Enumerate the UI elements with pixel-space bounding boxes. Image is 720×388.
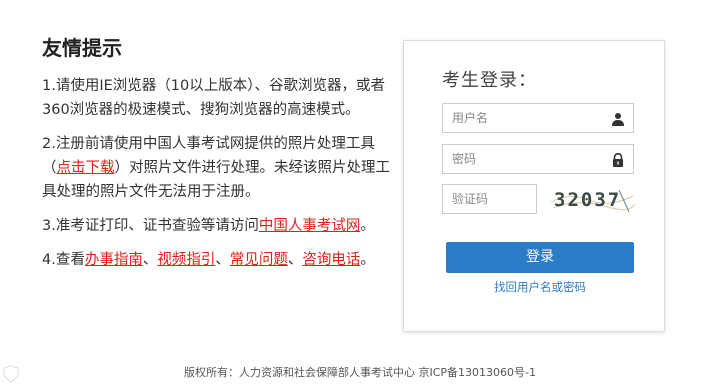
notice-item-guides: 4.查看办事指南、视频指引、常见问题、咨询电话。: [42, 248, 392, 272]
lock-icon: [611, 152, 625, 167]
password-input[interactable]: [443, 145, 602, 173]
username-field: [442, 103, 634, 133]
notice-item-guides-suffix: 。: [360, 252, 375, 268]
notice-item-admission: 3.准考证打印、证书查验等请访问中国人事考试网。: [42, 214, 392, 238]
contact-phone-link[interactable]: 咨询电话: [302, 252, 360, 268]
notice-item-photo-tool: 2.注册前请使用中国人事考试网提供的照片处理工具（点击下载）对照片文件进行处理。…: [42, 132, 392, 204]
separator: 、: [215, 252, 230, 268]
download-link[interactable]: 点击下载: [57, 160, 115, 176]
separator: 、: [142, 252, 158, 268]
separator: 、: [287, 252, 303, 268]
recover-account-link[interactable]: 找回用户名或密码: [446, 279, 634, 295]
footer-copyright: 版权所有：人力资源和社会保障部人事考试中心 京ICP备13013060号-1: [183, 366, 536, 379]
notice-item-admission-text-1: 3.准考证打印、证书查验等请访问: [42, 218, 259, 234]
notice-panel: 友情提示 1.请使用IE浏览器（10以上版本）、谷歌浏览器，或者360浏览器的极…: [42, 34, 392, 282]
notice-item-browser: 1.请使用IE浏览器（10以上版本）、谷歌浏览器，或者360浏览器的极速模式、搜…: [42, 78, 385, 118]
login-title: 考生登录：: [442, 70, 537, 91]
password-field: [442, 144, 634, 174]
faq-link[interactable]: 常见问题: [230, 252, 288, 268]
captcha-input[interactable]: [443, 185, 532, 213]
captcha-text: 32037: [554, 189, 621, 211]
user-icon: [611, 111, 625, 126]
username-input[interactable]: [443, 104, 602, 132]
login-button[interactable]: 登录: [446, 242, 634, 273]
notice-item-admission-text-2: 。: [360, 218, 375, 234]
notice-item-guides-prefix: 4.查看: [42, 252, 85, 268]
video-guide-link[interactable]: 视频指引: [157, 252, 215, 268]
captcha-field: [442, 184, 537, 214]
cpta-site-link[interactable]: 中国人事考试网: [259, 218, 361, 234]
captcha-image[interactable]: 32037: [549, 184, 636, 214]
guide-link[interactable]: 办事指南: [85, 252, 143, 268]
notice-title: 友情提示: [42, 36, 122, 60]
login-card: 考生登录： 32037 登录: [403, 40, 665, 332]
